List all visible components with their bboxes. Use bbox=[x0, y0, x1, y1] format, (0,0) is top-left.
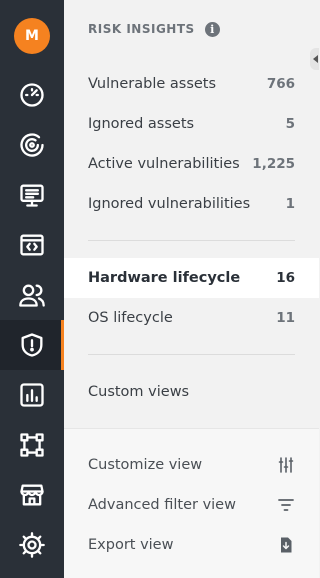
advanced-filter-view-button[interactable]: Advanced filter view bbox=[64, 485, 319, 525]
store-icon bbox=[20, 484, 44, 506]
shield-alert-icon bbox=[21, 333, 43, 357]
insight-label: OS lifecycle bbox=[88, 310, 173, 326]
nav-users[interactable] bbox=[0, 270, 64, 320]
users-icon bbox=[19, 284, 45, 307]
nav-rail: M bbox=[0, 0, 64, 578]
divider bbox=[88, 354, 295, 355]
divider bbox=[88, 240, 295, 241]
panel-header: RISK INSIGHTS i bbox=[88, 19, 220, 39]
custom-views-link[interactable]: Custom views bbox=[64, 372, 319, 412]
risk-insights-panel: RISK INSIGHTS i Vulnerable assets 766 Ig… bbox=[64, 0, 319, 578]
insight-label: Vulnerable assets bbox=[88, 76, 217, 92]
insight-count: 16 bbox=[276, 270, 295, 286]
nav-settings[interactable] bbox=[0, 520, 64, 570]
chevron-left-icon bbox=[312, 55, 318, 63]
insight-ignored-assets[interactable]: Ignored assets 5 bbox=[64, 104, 319, 144]
export-file-icon bbox=[281, 537, 292, 553]
insight-label: Ignored vulnerabilities bbox=[88, 196, 251, 212]
action-label: Advanced filter view bbox=[88, 497, 236, 513]
action-label: Customize view bbox=[88, 457, 203, 473]
nav-scripts[interactable] bbox=[0, 220, 64, 270]
code-window-icon bbox=[20, 234, 44, 256]
nav-dashboard[interactable] bbox=[0, 70, 64, 120]
insight-label: Active vulnerabilities bbox=[88, 156, 240, 172]
insight-label: Ignored assets bbox=[88, 116, 195, 132]
insight-count: 766 bbox=[266, 76, 295, 92]
insight-vulnerable-assets[interactable]: Vulnerable assets 766 bbox=[64, 64, 319, 104]
action-label: Export view bbox=[88, 537, 174, 553]
info-icon[interactable]: i bbox=[204, 21, 220, 37]
insight-os-lifecycle[interactable]: OS lifecycle 11 bbox=[64, 298, 319, 338]
user-avatar[interactable]: M bbox=[14, 18, 50, 54]
nav-reports[interactable] bbox=[0, 370, 64, 420]
insight-count: 11 bbox=[276, 310, 295, 326]
filter-icon bbox=[278, 499, 294, 511]
nav-scan[interactable] bbox=[0, 120, 64, 170]
custom-views-label: Custom views bbox=[88, 384, 190, 400]
customize-view-button[interactable]: Customize view bbox=[64, 445, 319, 485]
insight-count: 1 bbox=[285, 196, 295, 212]
nav-risk-insights[interactable] bbox=[0, 320, 64, 370]
insight-label: Hardware lifecycle bbox=[88, 270, 241, 286]
settings-gear-icon bbox=[19, 532, 45, 558]
monitor-list-icon bbox=[20, 184, 44, 207]
sliders-icon bbox=[278, 457, 294, 473]
nav-store[interactable] bbox=[0, 470, 64, 520]
nav-workflows[interactable] bbox=[0, 420, 64, 470]
panel-title: RISK INSIGHTS bbox=[88, 22, 195, 36]
insight-count: 1,225 bbox=[252, 156, 295, 172]
export-view-button[interactable]: Export view bbox=[64, 525, 319, 565]
nav-devices[interactable] bbox=[0, 170, 64, 220]
reports-chart-icon bbox=[20, 383, 44, 407]
dashboard-gauge-icon bbox=[20, 83, 44, 107]
workflow-nodes-icon bbox=[20, 433, 44, 457]
insight-count: 5 bbox=[285, 116, 295, 132]
insight-ignored-vulnerabilities[interactable]: Ignored vulnerabilities 1 bbox=[64, 184, 319, 224]
scan-icon bbox=[20, 133, 44, 157]
insight-active-vulnerabilities[interactable]: Active vulnerabilities 1,225 bbox=[64, 144, 319, 184]
insight-hardware-lifecycle[interactable]: Hardware lifecycle 16 bbox=[64, 258, 319, 298]
